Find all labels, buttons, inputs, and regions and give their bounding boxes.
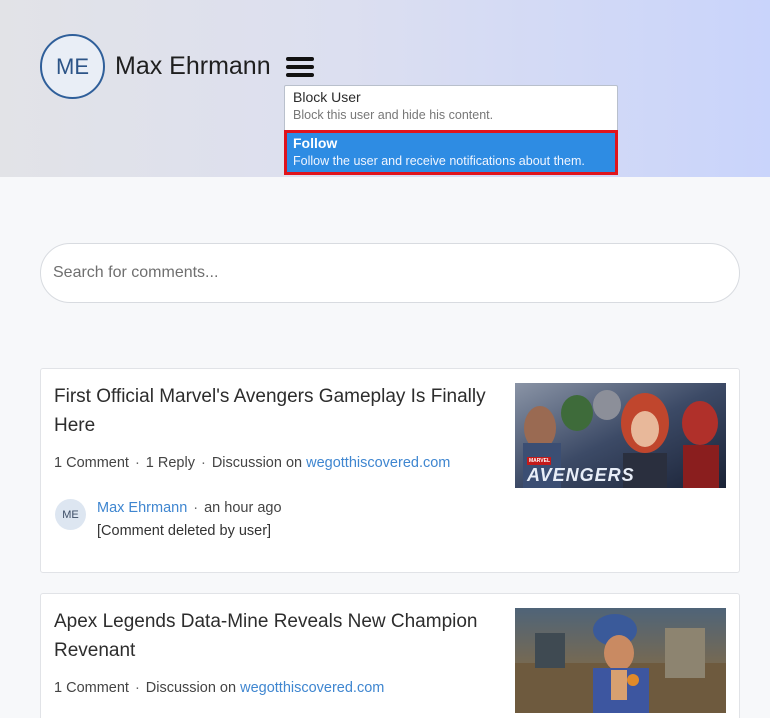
post-meta: 1 Comment · Discussion on wegotthiscovered… xyxy=(54,680,384,696)
post-title[interactable]: First Official Marvel's Avengers Gamepla… xyxy=(54,382,504,440)
separator: · xyxy=(200,455,206,471)
user-actions-menu: Block User Block this user and hide his … xyxy=(284,85,618,175)
post-meta: 1 Comment · 1 Reply · Discussion on wegotthi… xyxy=(54,455,450,471)
menu-icon[interactable] xyxy=(285,55,315,79)
search-input[interactable] xyxy=(40,243,740,303)
discussion-label: Discussion on xyxy=(145,680,237,696)
reply-count[interactable]: 1 Reply xyxy=(146,455,195,471)
comment-avatar: ME xyxy=(55,499,86,530)
menu-item-title: Follow xyxy=(293,135,338,151)
comment-header: Max Ehrmann · an hour ago xyxy=(97,500,282,516)
post-thumbnail[interactable]: MARVEL AVENGERS xyxy=(515,383,726,488)
separator: · xyxy=(193,500,199,516)
comment-text: [Comment deleted by user] xyxy=(97,523,272,539)
post-thumbnail[interactable] xyxy=(515,608,726,713)
apex-thumbnail-image xyxy=(515,608,726,713)
source-link[interactable]: wegotthiscovered.com xyxy=(240,680,384,696)
comment-author-link[interactable]: Max Ehrmann xyxy=(97,500,187,516)
thumbnail-title-text: AVENGERS xyxy=(527,465,635,485)
post-card: First Official Marvel's Avengers Gamepla… xyxy=(40,368,740,573)
comment-count[interactable]: 1 Comment xyxy=(54,680,129,696)
separator: · xyxy=(134,455,140,471)
post-card: Apex Legends Data-Mine Reveals New Champ… xyxy=(40,593,740,718)
menu-item-title: Block User xyxy=(293,89,361,105)
profile-name: Max Ehrmann xyxy=(115,52,271,80)
comment-count[interactable]: 1 Comment xyxy=(54,455,129,471)
menu-item-follow[interactable]: Follow Follow the user and receive notif… xyxy=(284,130,618,175)
post-title[interactable]: Apex Legends Data-Mine Reveals New Champ… xyxy=(54,607,504,665)
menu-item-description: Block this user and hide his content. xyxy=(293,108,494,122)
separator: · xyxy=(134,680,140,696)
profile-avatar: ME xyxy=(40,34,105,99)
source-link[interactable]: wegotthiscovered.com xyxy=(306,455,450,471)
discussion-label: Discussion on xyxy=(211,455,303,471)
thumbnail-brand-text: MARVEL xyxy=(529,458,551,464)
comment-time: an hour ago xyxy=(204,500,282,516)
profile-header: ME Max Ehrmann Block User Block this use… xyxy=(0,0,770,177)
menu-item-description: Follow the user and receive notification… xyxy=(293,154,585,168)
menu-item-block-user[interactable]: Block User Block this user and hide his … xyxy=(285,86,617,130)
